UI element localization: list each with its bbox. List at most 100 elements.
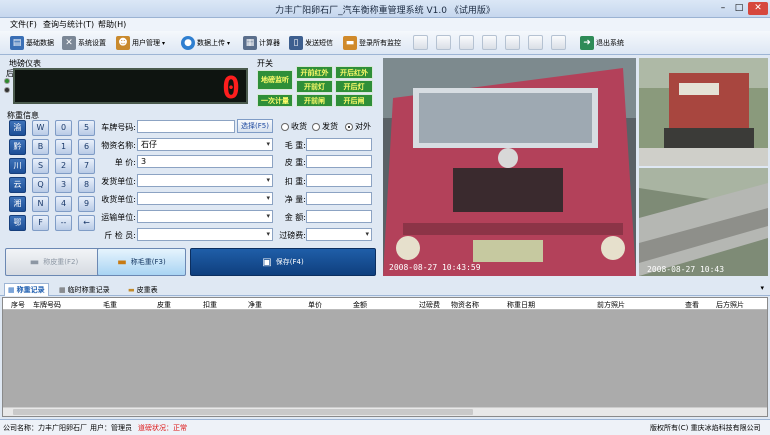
keypad-key[interactable]: 湘 bbox=[9, 196, 26, 212]
switch-label: 开关 bbox=[257, 59, 273, 68]
keypad-key[interactable]: 0 bbox=[55, 120, 72, 136]
column-header[interactable]: 扣重 bbox=[203, 300, 217, 310]
column-header[interactable]: 毛重 bbox=[103, 300, 117, 310]
select-button[interactable]: 选择(F5) bbox=[237, 119, 273, 133]
column-header[interactable]: 前方照片 bbox=[597, 300, 625, 310]
camera-icon[interactable] bbox=[482, 35, 497, 50]
deduct-input[interactable] bbox=[306, 174, 372, 187]
camera-icon[interactable] bbox=[505, 35, 520, 50]
open-rear-gate-button[interactable]: 开后闸 bbox=[335, 94, 373, 107]
keypad-key[interactable]: 8 bbox=[78, 177, 95, 193]
radio-receive[interactable]: 收货 bbox=[281, 121, 307, 132]
sender-select[interactable] bbox=[137, 174, 273, 187]
weigh-tare-button[interactable]: ▬ 称皮重(F2) bbox=[5, 248, 103, 276]
menu-help[interactable]: 帮助(H) bbox=[98, 19, 126, 30]
login-monitor-button[interactable]: ▬ 登录所有监控 bbox=[343, 34, 401, 52]
users-icon[interactable] bbox=[551, 35, 566, 50]
column-header[interactable]: 物资名称 bbox=[451, 300, 479, 310]
keypad-key[interactable]: N bbox=[32, 196, 49, 212]
send-sms-button[interactable]: ▯ 发送短信 bbox=[289, 34, 333, 52]
column-header[interactable]: 净重 bbox=[248, 300, 262, 310]
inspector-select[interactable] bbox=[137, 228, 273, 241]
minimize-button[interactable]: – bbox=[716, 2, 730, 15]
column-header[interactable]: 查看 bbox=[685, 300, 699, 310]
open-front-infrared-button[interactable]: 开前红外 bbox=[296, 66, 333, 79]
column-header[interactable]: 序号 bbox=[11, 300, 25, 310]
gross-label: 毛 重: bbox=[284, 141, 306, 150]
save-button[interactable]: ▣ 保存(F4) bbox=[190, 248, 376, 276]
chevron-down-icon[interactable]: ▾ bbox=[760, 284, 764, 292]
keypad-key[interactable]: 1 bbox=[55, 139, 72, 155]
material-select[interactable]: 石仔 bbox=[137, 138, 273, 151]
radio-external[interactable]: 对外 bbox=[345, 121, 371, 132]
status-user: 用户：管理员 bbox=[90, 424, 132, 432]
camera-icon[interactable] bbox=[459, 35, 474, 50]
receiver-select[interactable] bbox=[137, 192, 273, 205]
fee-select[interactable] bbox=[306, 228, 372, 241]
maximize-button[interactable]: □ bbox=[732, 2, 746, 15]
keypad-key[interactable]: 鄂 bbox=[9, 215, 26, 231]
price-input[interactable]: 3 bbox=[137, 155, 273, 168]
camera-icon[interactable] bbox=[413, 35, 428, 50]
user-management-button[interactable]: ☻ 用户管理 ▾ bbox=[116, 34, 165, 52]
calculator-icon: ▦ bbox=[243, 36, 257, 50]
menu-file[interactable]: 文件(F) bbox=[10, 19, 37, 30]
column-header[interactable]: 车牌号码 bbox=[33, 300, 61, 310]
chevron-down-icon: ▾ bbox=[162, 39, 166, 47]
scale-listen-button[interactable]: 地磅监听 bbox=[257, 70, 293, 90]
scale-reading: 0 bbox=[221, 71, 240, 106]
keypad-key[interactable]: 9 bbox=[78, 196, 95, 212]
column-header[interactable]: 皮重 bbox=[157, 300, 171, 310]
weigh-gross-button[interactable]: ▬ 称毛重(F3) bbox=[97, 248, 186, 276]
data-upload-button[interactable]: ● 数据上传 ▾ bbox=[181, 34, 230, 52]
tab-tare-table[interactable]: ▬ 皮重表 bbox=[125, 283, 161, 296]
keypad-key[interactable]: F bbox=[32, 215, 49, 231]
radio-send[interactable]: 发货 bbox=[312, 121, 338, 132]
column-header[interactable]: 单价 bbox=[308, 300, 322, 310]
plate-input[interactable] bbox=[137, 120, 235, 133]
keypad-key[interactable]: B bbox=[32, 139, 49, 155]
exit-system-button[interactable]: ➜ 退出系统 bbox=[580, 34, 624, 52]
transport-select[interactable] bbox=[137, 210, 273, 223]
net-label: 净 量: bbox=[284, 195, 306, 204]
keypad-key[interactable]: 云 bbox=[9, 177, 26, 193]
basic-data-button[interactable]: ▤ 基础数据 bbox=[10, 34, 54, 52]
open-front-light-button[interactable]: 开前灯 bbox=[296, 80, 333, 93]
keypad-key[interactable]: 7 bbox=[78, 158, 95, 174]
column-header[interactable]: 金额 bbox=[353, 300, 367, 310]
close-button[interactable]: ✕ bbox=[748, 2, 768, 15]
camera-icon[interactable] bbox=[436, 35, 451, 50]
keypad-key[interactable]: 川 bbox=[9, 158, 26, 174]
keypad-key[interactable]: 黔 bbox=[9, 139, 26, 155]
keypad-key[interactable]: Q bbox=[32, 177, 49, 193]
open-rear-infrared-button[interactable]: 开后红外 bbox=[335, 66, 373, 79]
rear-signal-light bbox=[4, 78, 11, 106]
keypad-key[interactable]: W bbox=[32, 120, 49, 136]
column-header[interactable]: 称重日期 bbox=[507, 300, 535, 310]
title-bar: 力丰广阳卵石厂_汽车衡称重管理系统 V1.0 《试用版》 – □ ✕ bbox=[0, 0, 770, 18]
system-settings-button[interactable]: ✕ 系统设置 bbox=[62, 34, 106, 52]
tab-temp-weigh-records[interactable]: ▦ 临时称重记录 bbox=[56, 283, 113, 296]
tab-weigh-records[interactable]: ▦ 称重记录 bbox=[4, 283, 49, 296]
open-front-gate-button[interactable]: 开前闸 bbox=[296, 94, 333, 107]
tare-label: 皮 重: bbox=[284, 158, 306, 167]
column-header[interactable]: 过磅费 bbox=[419, 300, 440, 310]
keypad-key[interactable]: ← bbox=[78, 215, 95, 231]
keypad-key[interactable]: 6 bbox=[78, 139, 95, 155]
single-weigh-button[interactable]: 一次计量 bbox=[257, 94, 293, 107]
horizontal-scrollbar[interactable] bbox=[3, 407, 767, 416]
keypad-key[interactable]: 渝 bbox=[9, 120, 26, 136]
camera-icon[interactable] bbox=[528, 35, 543, 50]
menu-query-stats[interactable]: 查询与统计(T) bbox=[43, 19, 94, 30]
open-rear-light-button[interactable]: 开后灯 bbox=[335, 80, 373, 93]
keypad-key[interactable]: 5 bbox=[78, 120, 95, 136]
main-camera-timestamp: 2008-08-27 10:43:59 bbox=[389, 263, 481, 272]
keypad-key[interactable]: S bbox=[32, 158, 49, 174]
records-table[interactable]: 序号 车牌号码 毛重 皮重 扣重 净重 单价 金额 过磅费 物资名称 称重日期 前方照片 查看 后方照片 bbox=[2, 297, 768, 417]
keypad-key[interactable]: 2 bbox=[55, 158, 72, 174]
keypad-key[interactable]: 3 bbox=[55, 177, 72, 193]
keypad-key[interactable]: 4 bbox=[55, 196, 72, 212]
calculator-button[interactable]: ▦ 计算器 bbox=[243, 34, 280, 52]
column-header[interactable]: 后方照片 bbox=[716, 300, 744, 310]
keypad-key[interactable]: -- bbox=[55, 215, 72, 231]
